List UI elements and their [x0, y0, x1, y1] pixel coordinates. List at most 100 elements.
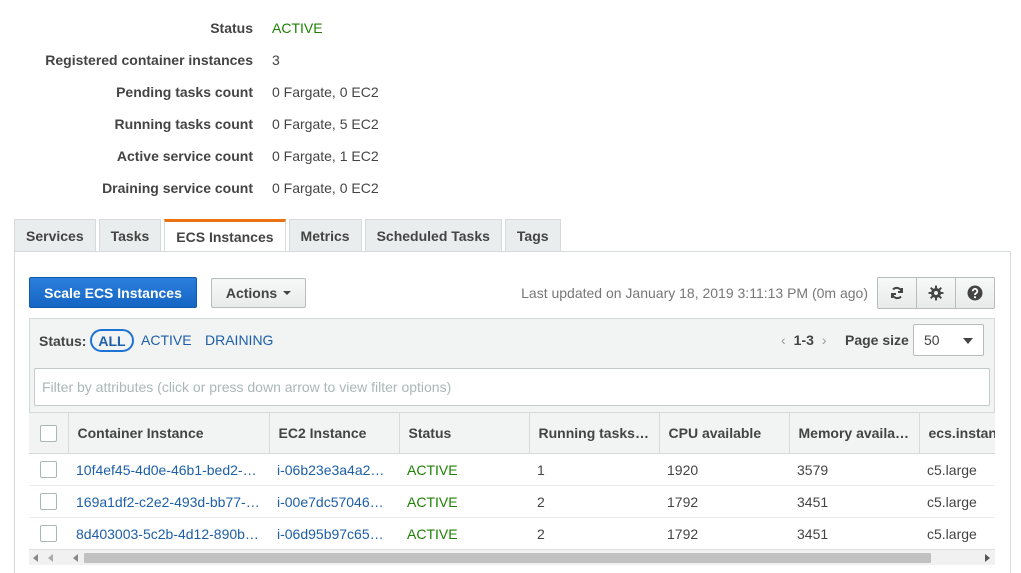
row-select-cell: [29, 453, 68, 486]
scroll-left-fast-icon[interactable]: [48, 554, 53, 562]
pagination: ‹ 1-3 ›: [781, 332, 827, 348]
cell-container-instance: 169a1df2-c2e2-493d-bb77-…: [68, 485, 269, 518]
instances-table: Container Instance EC2 Instance Status R…: [29, 412, 995, 549]
caret-down-icon: [963, 338, 973, 344]
table-row: 169a1df2-c2e2-493d-bb77-… i-00e7dc57046……: [29, 485, 995, 518]
table-header-row: Container Instance EC2 Instance Status R…: [29, 412, 995, 454]
cell-instance-type: c5.large: [919, 485, 995, 518]
scrollbar-thumb[interactable]: [84, 553, 931, 563]
refresh-button[interactable]: [878, 278, 917, 308]
cell-memory-available: 3579: [789, 453, 919, 486]
row-checkbox[interactable]: [40, 493, 57, 511]
summary-row-running-tasks: Running tasks count 0 Fargate, 5 EC2: [0, 108, 600, 140]
summary-label: Active service count: [116, 148, 253, 164]
status-filter-all[interactable]: ALL: [90, 329, 134, 352]
summary-value: 0 Fargate, 1 EC2: [272, 148, 379, 164]
summary-label: Pending tasks count: [116, 84, 253, 100]
settings-button[interactable]: [917, 278, 956, 308]
column-header-instance-type[interactable]: ecs.instance-type: [918, 412, 995, 454]
summary-row-draining-services: Draining service count 0 Fargate, 0 EC2: [0, 172, 600, 204]
tab-scheduled-tasks[interactable]: Scheduled Tasks: [364, 219, 502, 252]
summary-value: ACTIVE: [272, 20, 323, 36]
container-instance-link[interactable]: 10f4ef45-4d0e-46b1-bed2-…: [76, 462, 257, 478]
cell-ec2-instance: i-06d95b97c65…: [269, 517, 399, 549]
ec2-instance-link[interactable]: i-06d95b97c65…: [277, 526, 384, 542]
chevron-right-icon[interactable]: ›: [822, 332, 827, 348]
select-all-checkbox[interactable]: [39, 424, 57, 442]
tab-tasks[interactable]: Tasks: [98, 219, 162, 252]
chevron-left-icon[interactable]: ‹: [781, 332, 786, 348]
cell-memory-available: 3451: [789, 517, 919, 549]
column-header-container-instance[interactable]: Container Instance: [67, 412, 269, 454]
container-instance-link[interactable]: 169a1df2-c2e2-493d-bb77-…: [76, 494, 260, 510]
cell-container-instance: 8d403003-5c2b-4d12-890b…: [68, 517, 269, 549]
cell-ec2-instance: i-00e7dc57046…: [269, 485, 399, 518]
cell-running-tasks: 1: [529, 453, 659, 486]
cell-status: ACTIVE: [399, 453, 529, 486]
row-select-cell: [29, 517, 68, 549]
cell-cpu-available: 1920: [659, 453, 789, 486]
last-updated-text: Last updated on January 18, 2019 3:11:13…: [521, 285, 868, 301]
summary-label: Draining service count: [102, 180, 253, 196]
cell-status: ACTIVE: [399, 485, 529, 518]
actions-label: Actions: [225, 285, 278, 301]
cell-memory-available: 3451: [789, 485, 919, 518]
filter-attributes-input[interactable]: [34, 368, 990, 406]
container-instance-link[interactable]: 8d403003-5c2b-4d12-890b…: [76, 526, 259, 542]
cell-cpu-available: 1792: [659, 517, 789, 549]
summary-label: Status: [210, 20, 253, 36]
scroll-left-arrow-icon[interactable]: [33, 554, 38, 562]
ec2-instance-link[interactable]: i-06b23e3a4a2…: [277, 462, 384, 478]
toolbar-icon-group: [877, 277, 995, 309]
cell-cpu-available: 1792: [659, 485, 789, 518]
column-header-running-tasks[interactable]: Running tasks…: [528, 412, 659, 454]
table-row: 10f4ef45-4d0e-46b1-bed2-… i-06b23e3a4a2……: [29, 453, 995, 486]
tab-ecs-instances[interactable]: ECS Instances: [164, 219, 286, 252]
select-all-cell: [29, 412, 68, 454]
cell-instance-type: c5.large: [919, 517, 995, 549]
page-size-select[interactable]: 50: [913, 324, 984, 356]
refresh-icon: [891, 286, 903, 300]
gear-icon: [928, 285, 944, 301]
cell-running-tasks: 2: [529, 485, 659, 518]
tab-tags[interactable]: Tags: [504, 219, 561, 252]
summary-row-registered-instances: Registered container instances 3: [0, 44, 600, 76]
instances-table-container: Container Instance EC2 Instance Status R…: [29, 412, 995, 549]
row-checkbox[interactable]: [40, 461, 57, 479]
summary-row-pending-tasks: Pending tasks count 0 Fargate, 0 EC2: [0, 76, 600, 108]
status-filter-draining[interactable]: DRAINING: [205, 332, 273, 348]
scroll-right-arrow-icon[interactable]: [985, 554, 990, 562]
summary-row-status: Status ACTIVE: [0, 12, 600, 44]
cell-container-instance: 10f4ef45-4d0e-46b1-bed2-…: [68, 453, 269, 486]
cluster-tabs: Services Tasks ECS Instances Metrics Sch…: [14, 219, 564, 252]
status-filter-active[interactable]: ACTIVE: [141, 332, 192, 348]
table-row: 8d403003-5c2b-4d12-890b… i-06d95b97c65… …: [29, 517, 995, 549]
help-button[interactable]: [956, 278, 994, 308]
summary-value: 3: [272, 52, 280, 68]
cell-instance-type: c5.large: [919, 453, 995, 486]
row-checkbox[interactable]: [40, 525, 57, 543]
cell-status: ACTIVE: [399, 517, 529, 549]
status-filter-label: Status:: [39, 333, 87, 349]
summary-label: Registered container instances: [45, 52, 253, 68]
summary-row-active-services: Active service count 0 Fargate, 1 EC2: [0, 140, 600, 172]
summary-label: Running tasks count: [114, 116, 253, 132]
pagination-range: 1-3: [793, 332, 814, 348]
column-header-memory-available[interactable]: Memory availa…: [788, 412, 919, 454]
scroll-left-step-icon[interactable]: [73, 554, 78, 562]
page-size-value: 50: [924, 332, 940, 348]
tab-services[interactable]: Services: [14, 219, 96, 252]
page-size-label: Page size: [845, 332, 909, 348]
tab-metrics[interactable]: Metrics: [288, 219, 362, 252]
horizontal-scrollbar[interactable]: [29, 549, 995, 565]
cell-ec2-instance: i-06b23e3a4a2…: [269, 453, 399, 486]
cell-running-tasks: 2: [529, 517, 659, 549]
column-header-cpu-available[interactable]: CPU available: [658, 412, 789, 454]
scale-ecs-instances-button[interactable]: Scale ECS Instances: [29, 277, 197, 308]
actions-dropdown-button[interactable]: Actions: [211, 278, 306, 308]
column-header-ec2-instance[interactable]: EC2 Instance: [268, 412, 399, 454]
column-header-status[interactable]: Status: [398, 412, 529, 454]
summary-value: 0 Fargate, 5 EC2: [272, 116, 379, 132]
help-icon: [967, 285, 983, 301]
ec2-instance-link[interactable]: i-00e7dc57046…: [277, 494, 384, 510]
